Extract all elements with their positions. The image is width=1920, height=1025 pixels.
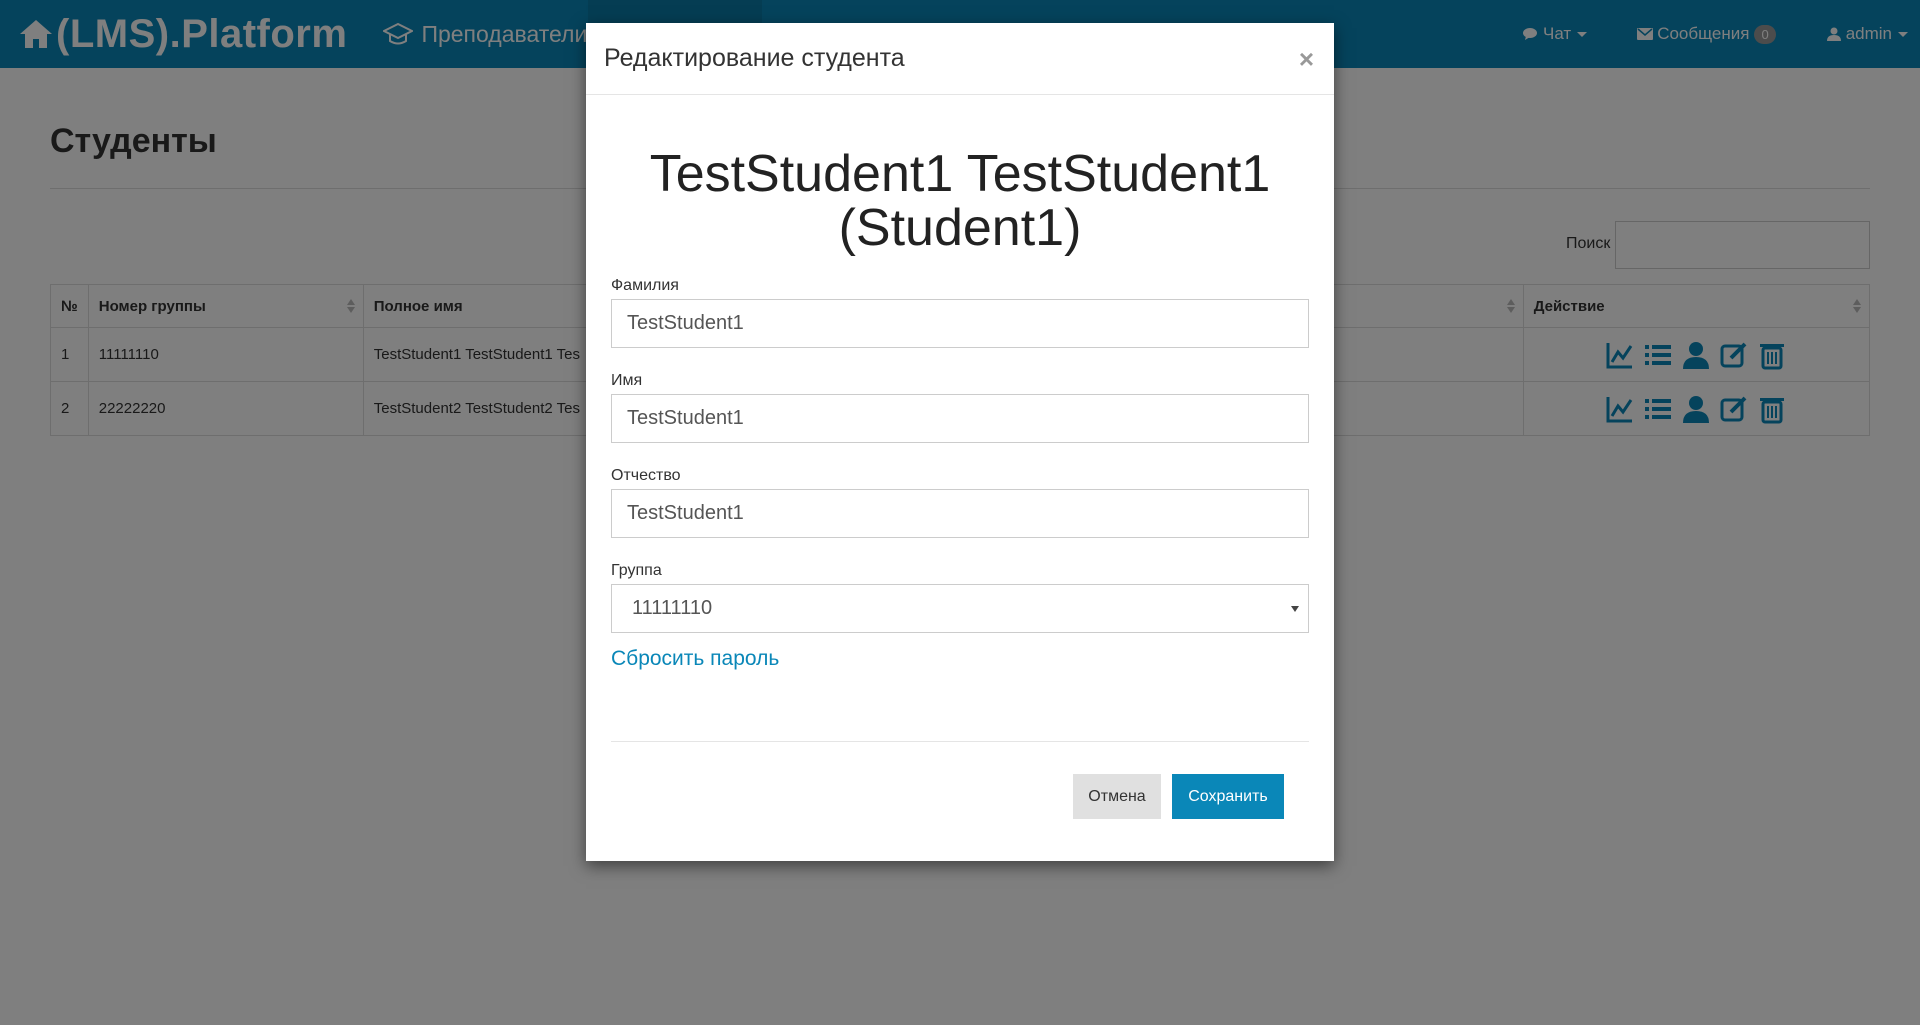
modal-title: Редактирование студента bbox=[604, 44, 905, 72]
patronymic-field[interactable] bbox=[611, 489, 1309, 538]
student-full-name: TestStudent1 TestStudent1 (Student1) bbox=[611, 147, 1309, 255]
first-name-field[interactable] bbox=[611, 394, 1309, 443]
last-name-field[interactable] bbox=[611, 299, 1309, 348]
modal-body: TestStudent1 TestStudent1 (Student1) Фам… bbox=[586, 147, 1334, 671]
group-label: Группа bbox=[611, 562, 662, 579]
reset-password-link[interactable]: Сбросить пароль bbox=[611, 647, 1309, 671]
group-select-value: 11111110 bbox=[611, 584, 1309, 633]
last-name-label: Фамилия bbox=[611, 277, 679, 294]
patronymic-label: Отчество bbox=[611, 467, 681, 484]
close-icon[interactable]: × bbox=[1299, 46, 1314, 72]
divider bbox=[611, 741, 1309, 742]
chevron-down-icon bbox=[1291, 606, 1299, 612]
save-button[interactable]: Сохранить bbox=[1172, 774, 1284, 819]
student-login-line: (Student1) bbox=[838, 199, 1082, 257]
modal-header: Редактирование студента × bbox=[586, 23, 1334, 95]
first-name-label: Имя bbox=[611, 372, 643, 389]
group-select[interactable]: 11111110 bbox=[611, 584, 1309, 633]
student-name-line: TestStudent1 TestStudent1 bbox=[649, 145, 1271, 203]
edit-student-modal: Редактирование студента × TestStudent1 T… bbox=[586, 23, 1334, 861]
cancel-button[interactable]: Отмена bbox=[1073, 774, 1161, 819]
